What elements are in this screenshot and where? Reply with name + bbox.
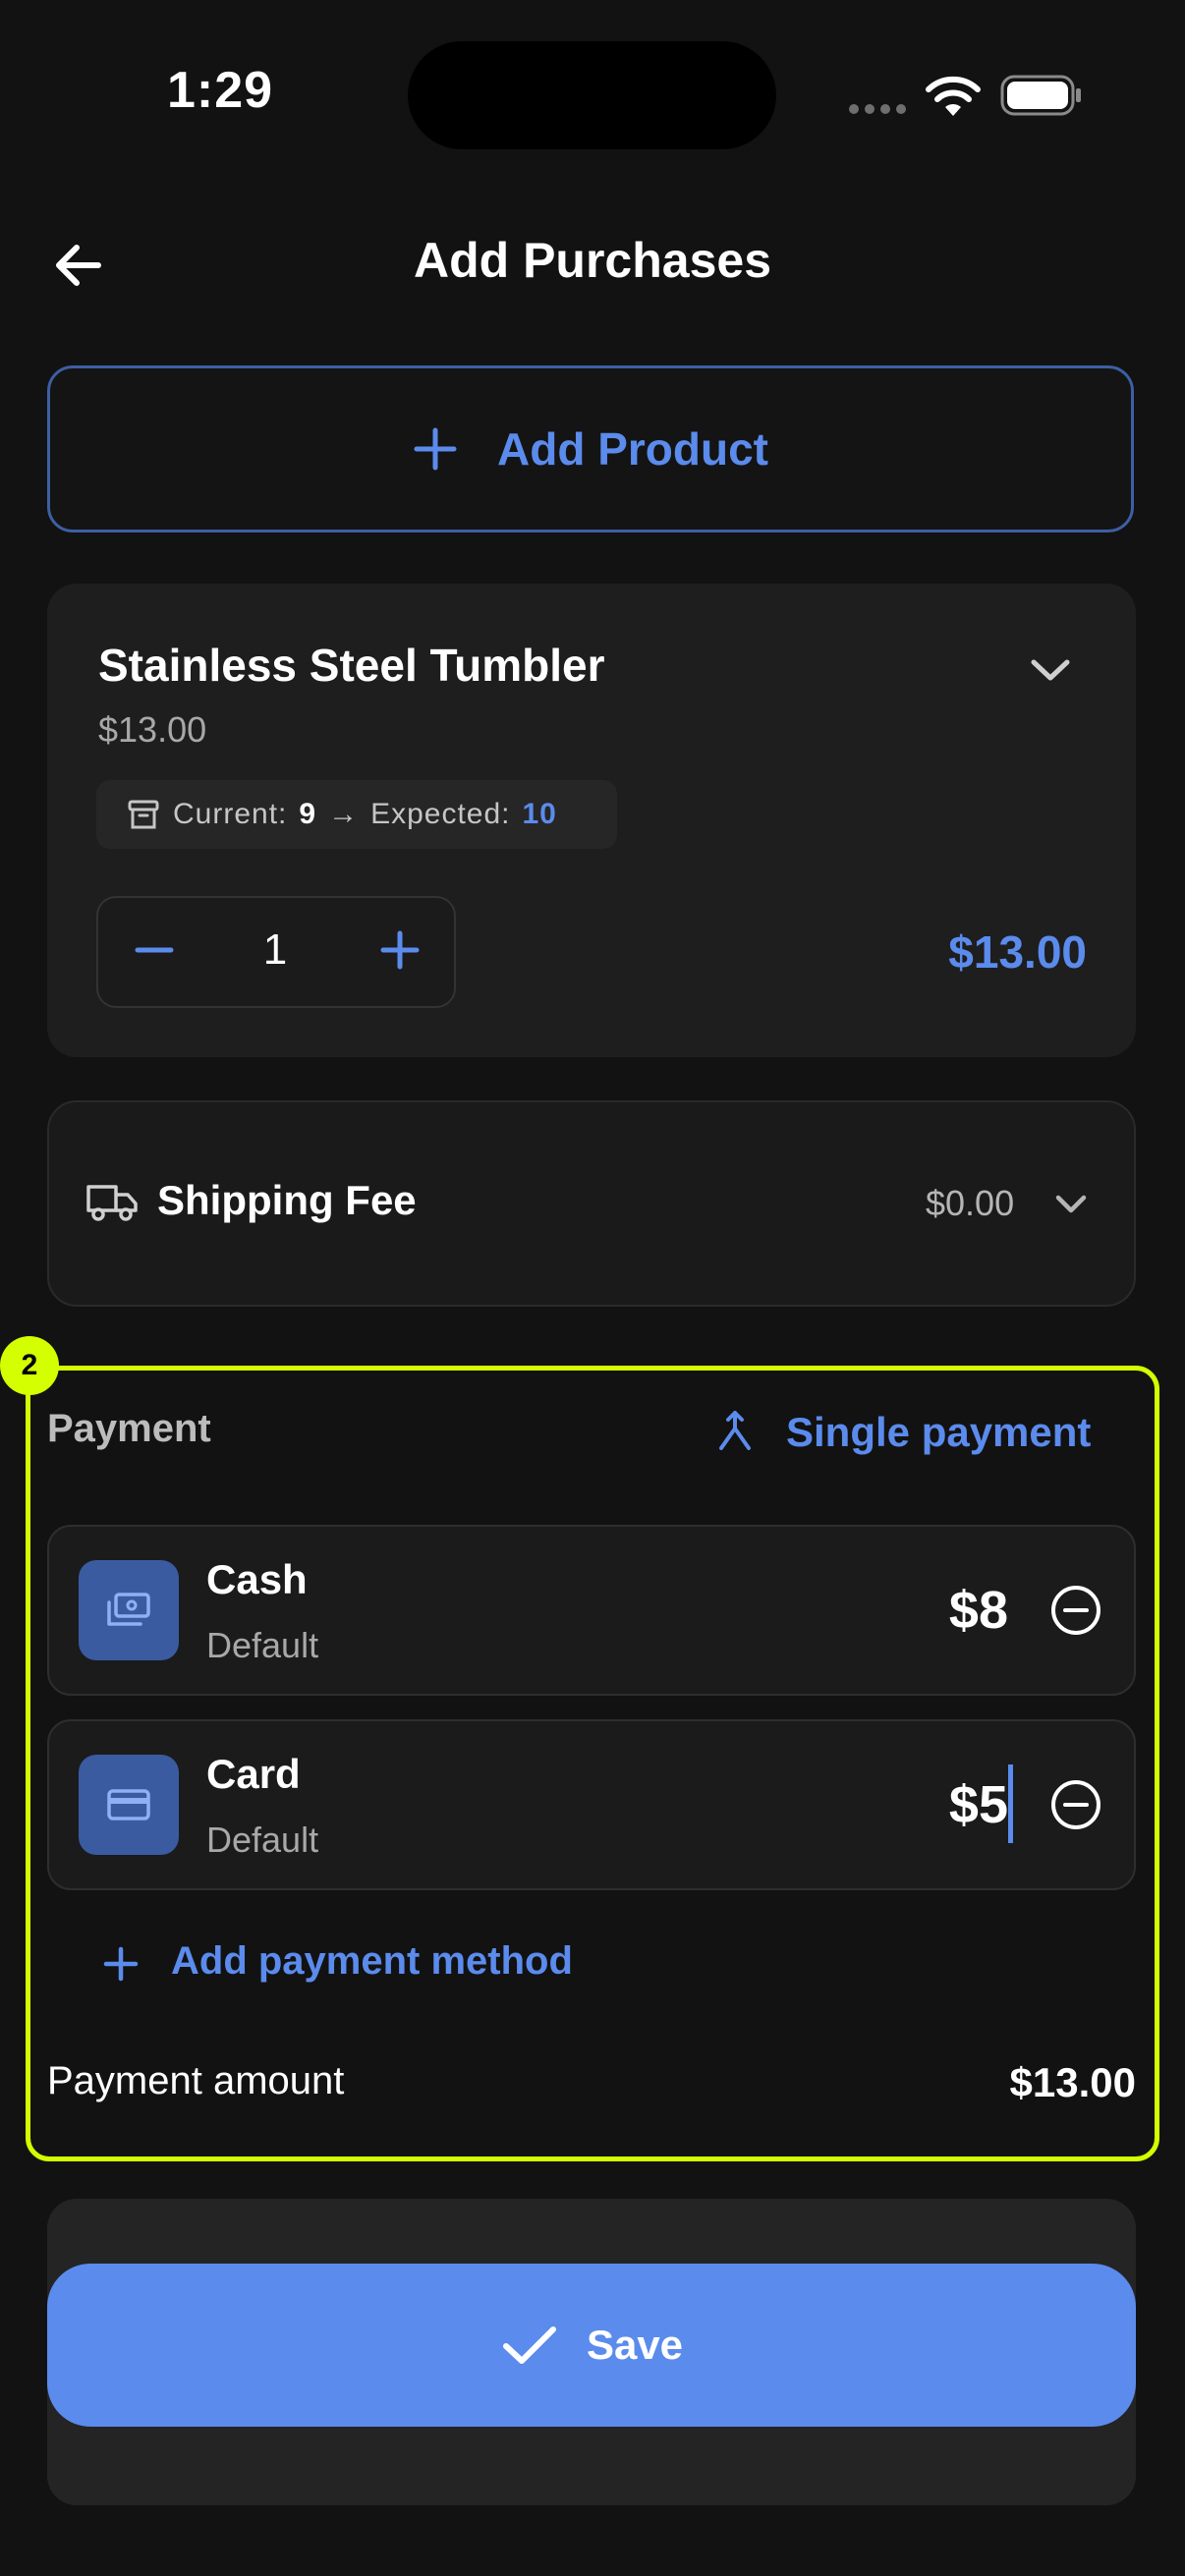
battery-icon [1000, 75, 1081, 116]
payment-method-name: Card [206, 1751, 301, 1797]
remove-circle-icon[interactable] [1049, 1584, 1102, 1637]
shipping-fee-label: Shipping Fee [157, 1177, 417, 1223]
quantity-value[interactable]: 1 [236, 925, 314, 975]
product-name: Stainless Steel Tumbler [98, 640, 605, 691]
payment-method-subtitle: Default [206, 1820, 319, 1860]
cellular-signal-icon [849, 104, 910, 114]
wifi-icon [926, 76, 981, 116]
status-time: 1:29 [167, 62, 274, 119]
stock-indicator: Current: 9 → Expected: 10 [96, 780, 617, 849]
page-title: Add Purchases [413, 233, 771, 288]
shipping-fee-value: $0.00 [926, 1183, 1015, 1223]
payment-method-name: Cash [206, 1556, 308, 1602]
chevron-down-icon[interactable] [1028, 650, 1073, 690]
payment-label: Payment [47, 1407, 211, 1450]
add-product-label: Add Product [497, 423, 768, 475]
product-price: $13.00 [98, 709, 207, 750]
stock-expected-value: 10 [522, 798, 557, 830]
credit-card-icon [79, 1755, 179, 1855]
annotation-badge: 2 [0, 1336, 59, 1395]
plus-icon[interactable] [377, 927, 423, 973]
stock-current-label: Current: [173, 798, 288, 830]
add-payment-method-button[interactable]: Add payment method [171, 1939, 573, 1984]
cash-icon [79, 1560, 179, 1660]
merge-icon[interactable] [715, 1409, 755, 1452]
payment-amount-input[interactable]: $5 [949, 1774, 1008, 1835]
archive-box-icon [128, 800, 159, 829]
stock-current-value: 9 [299, 798, 317, 830]
checkmark-icon [502, 2326, 556, 2364]
stock-expected-label: Expected: [370, 798, 511, 830]
dynamic-island [408, 41, 776, 149]
payment-amount-input[interactable]: $8 [949, 1580, 1008, 1641]
payment-amount-label: Payment amount [47, 2059, 345, 2102]
save-button[interactable]: Save [47, 2264, 1136, 2427]
remove-circle-icon[interactable] [1049, 1778, 1102, 1831]
text-cursor [1008, 1764, 1013, 1843]
add-product-button[interactable]: Add Product [47, 365, 1134, 532]
line-total: $13.00 [948, 926, 1087, 978]
minus-icon[interactable] [132, 927, 177, 973]
plus-icon[interactable] [98, 1941, 143, 1987]
single-payment-toggle[interactable]: Single payment [786, 1409, 1091, 1456]
payment-amount-total: $13.00 [1009, 2059, 1136, 2105]
save-label: Save [586, 2322, 684, 2368]
chevron-down-icon[interactable] [1053, 1189, 1089, 1220]
truck-icon [86, 1185, 138, 1221]
stock-arrow: → [328, 798, 360, 830]
payment-method-subtitle: Default [206, 1625, 319, 1665]
plus-icon [414, 427, 457, 471]
